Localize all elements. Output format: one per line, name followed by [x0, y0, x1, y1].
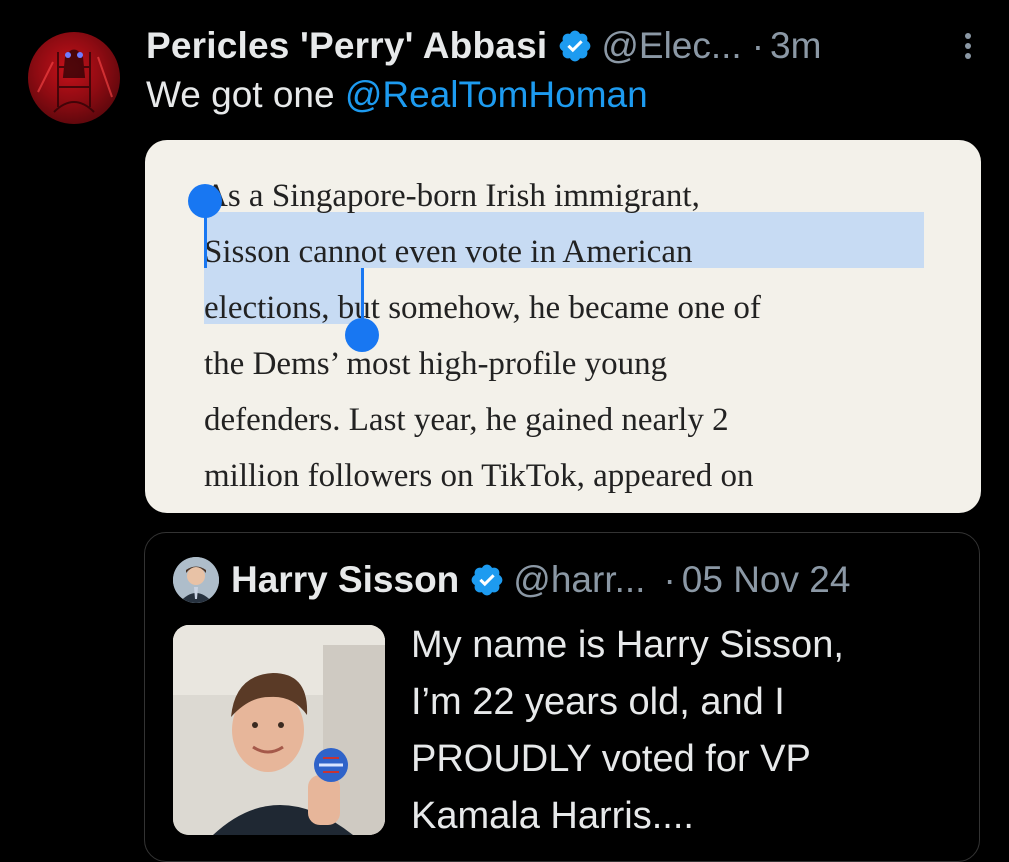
quoted-author-handle[interactable]: @harr... [513, 559, 645, 601]
tweet-header: Pericles 'Perry' Abbasi @Elec... · 3m [146, 20, 986, 72]
more-options-icon[interactable] [950, 28, 986, 64]
quoted-text-line: Kamala Harris.... [411, 795, 694, 837]
selection-start-bar [204, 202, 207, 268]
author-avatar-image [37, 49, 113, 113]
quoted-tweet[interactable]: Harry Sisson @harr... · 05 Nov 24 My nam… [144, 532, 980, 862]
author-avatar[interactable] [28, 32, 120, 124]
verified-badge-icon [557, 28, 593, 64]
article-text: As a Singapore-born Irish immigrant, Sis… [204, 170, 761, 506]
tweet-timestamp[interactable]: 3m [770, 25, 821, 67]
attached-image[interactable]: As a Singapore-born Irish immigrant, Sis… [145, 140, 981, 513]
quoted-text-line: My name is Harry Sisson, [411, 624, 844, 666]
quoted-tweet-timestamp[interactable]: 05 Nov 24 [682, 559, 851, 601]
selection-end-handle[interactable] [345, 318, 379, 352]
quoted-author-display-name[interactable]: Harry Sisson [231, 559, 459, 601]
quoted-tweet-text: My name is Harry Sisson, I’m 22 years ol… [411, 617, 844, 845]
quoted-text-line: I’m 22 years old, and I [411, 681, 785, 723]
separator-dot: · [751, 25, 765, 66]
quoted-text-line: PROUDLY voted for VP [411, 738, 811, 780]
verified-badge-icon [469, 562, 505, 598]
tweet-text: We got one @RealTomHoman [146, 74, 648, 116]
author-handle[interactable]: @Elec... [601, 25, 741, 67]
separator-dot: · [663, 559, 676, 600]
tweet-text-body: We got one [146, 74, 345, 115]
quoted-tweet-image[interactable] [173, 625, 385, 835]
article-line: the Dems’ most high-profile young [204, 346, 668, 382]
article-line: As a Singapore-born Irish immigrant, [204, 178, 700, 214]
article-line: million followers on TikTok, appeared on [204, 458, 754, 494]
author-display-name[interactable]: Pericles 'Perry' Abbasi [146, 25, 547, 67]
article-line: Sisson cannot even vote in American [204, 234, 693, 270]
article-line: elections, but somehow, he became one of [204, 290, 761, 326]
quoted-author-avatar[interactable] [173, 557, 219, 603]
mention-link[interactable]: @RealTomHoman [345, 74, 648, 115]
article-line: defenders. Last year, he gained nearly 2 [204, 402, 729, 438]
quoted-tweet-header: Harry Sisson @harr... · 05 Nov 24 [173, 555, 850, 605]
